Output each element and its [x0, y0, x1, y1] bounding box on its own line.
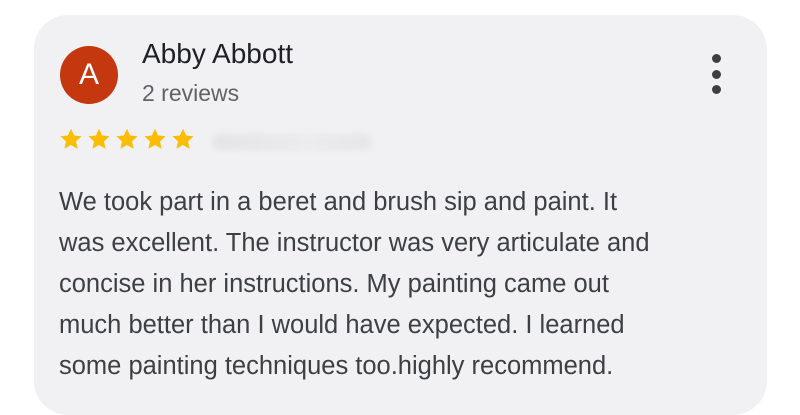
menu-dot — [711, 85, 721, 94]
avatar-initial: A — [78, 58, 99, 91]
redacted-date — [212, 134, 372, 150]
star-icon — [172, 128, 194, 149]
review-count: 2 reviews — [142, 80, 240, 106]
more-vert-icon[interactable] — [700, 52, 732, 96]
menu-dot — [711, 69, 721, 79]
review-text-line: concise in her instructions. My painting… — [59, 270, 609, 298]
review-text-line: some painting techniques too.highly reco… — [59, 352, 614, 380]
review-text: We took part in a beret and brush sip an… — [59, 182, 759, 387]
review-text-line: was excellent. The instructor was very a… — [59, 229, 650, 257]
star-rating — [58, 126, 196, 152]
review-text-line: much better than I would have expected. … — [59, 311, 625, 339]
star-icon — [60, 128, 82, 149]
review-text-line: We took part in a beret and brush sip an… — [59, 188, 618, 216]
star-icon — [116, 128, 138, 149]
menu-dot — [711, 54, 721, 63]
reviewer-name[interactable]: Abby Abbott — [142, 38, 293, 70]
star-icon — [144, 128, 166, 149]
avatar[interactable]: A — [60, 46, 118, 104]
star-icon — [88, 128, 110, 149]
